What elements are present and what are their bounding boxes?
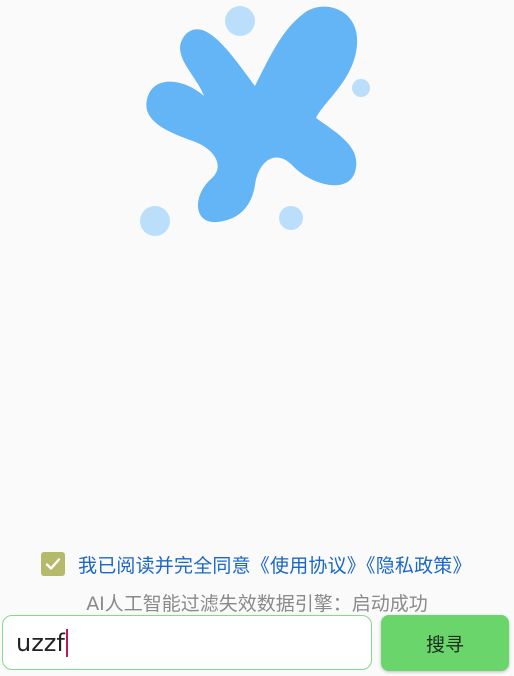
logo-bubble-right (352, 79, 370, 97)
engine-status-text: AI人工智能过滤失效数据引擎：启动成功 (86, 593, 428, 615)
agreement-link-text[interactable]: 我已阅读并完全同意《使用协议》《隐私政策》 (78, 551, 472, 578)
search-input-value[interactable]: uzzf (16, 629, 65, 657)
logo-splash-blob (146, 6, 358, 223)
search-button[interactable]: 搜寻 (381, 615, 509, 671)
agreement-checkbox[interactable] (41, 552, 65, 576)
logo-bubble-bottom (279, 206, 303, 230)
splash-logo (140, 6, 370, 236)
agreement-row[interactable]: 我已阅读并完全同意《使用协议》《隐私政策》 (41, 550, 472, 578)
logo-bubble-top (225, 6, 255, 36)
search-input[interactable]: uzzf (2, 615, 372, 670)
logo-bubble-left (140, 206, 170, 236)
check-icon (45, 558, 61, 570)
text-caret (65, 628, 68, 657)
